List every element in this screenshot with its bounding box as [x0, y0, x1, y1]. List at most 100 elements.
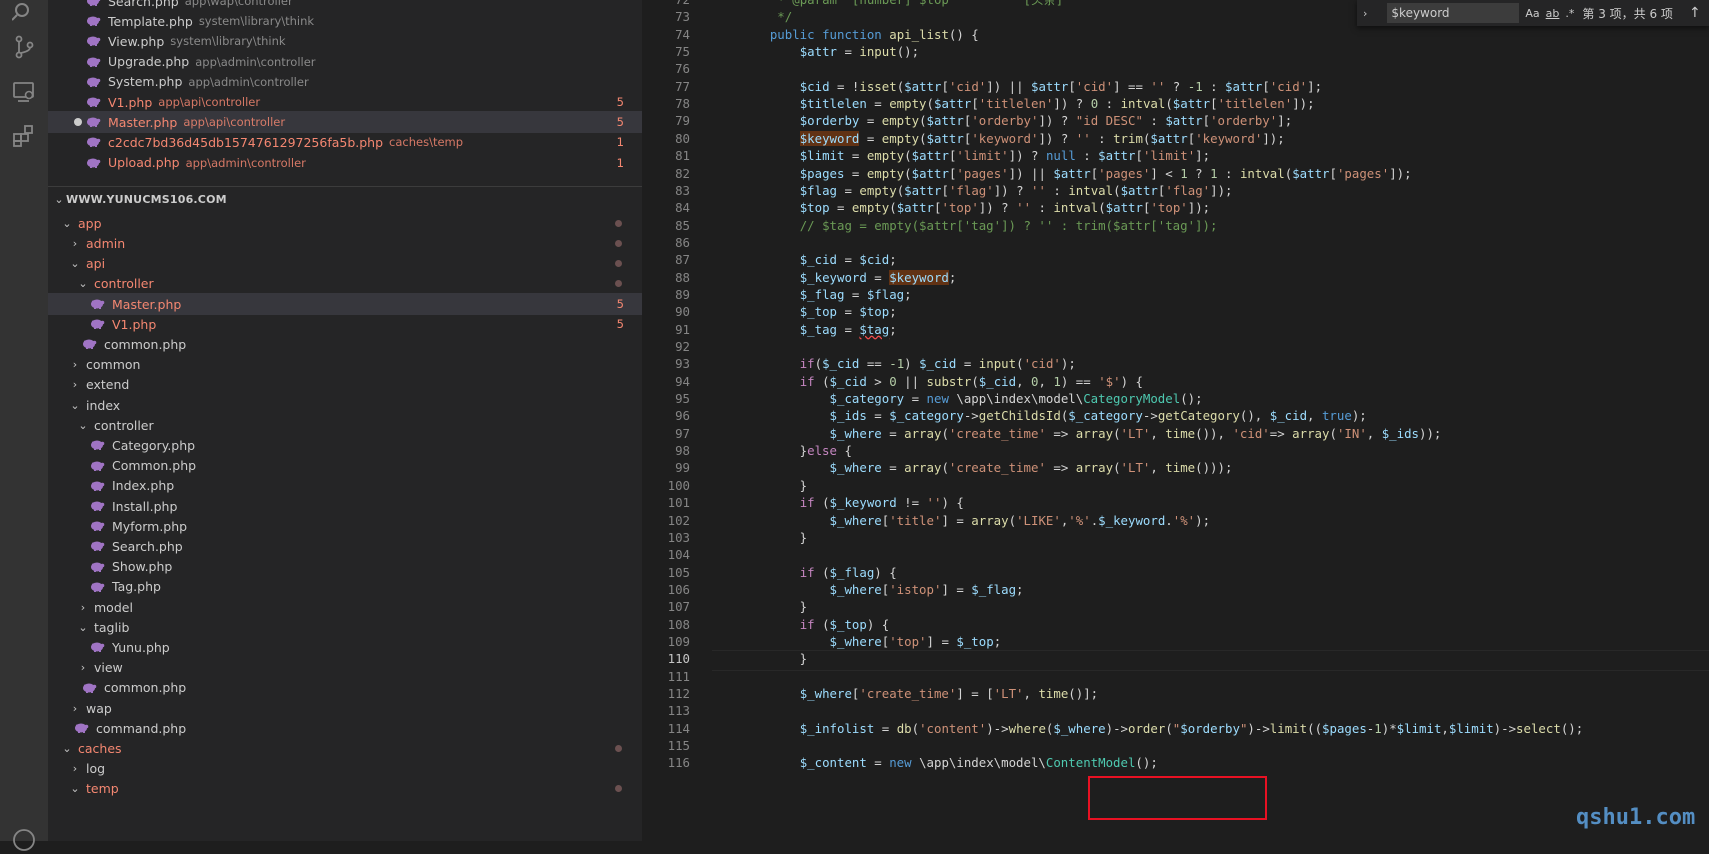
code-line[interactable]: 95 $_category = new \app\index\model\Cat… — [642, 390, 1709, 407]
code-line[interactable]: 93 if($_cid == -1) $_cid = input('cid'); — [642, 355, 1709, 372]
code-line[interactable]: 89 $_flag = $flag; — [642, 286, 1709, 303]
open-editor-item[interactable]: Upgrade.php app\admin\controller — [48, 51, 642, 73]
tree-file[interactable]: Yunu.php — [48, 636, 642, 658]
tree-folder[interactable]: › admin — [48, 232, 642, 254]
account-icon[interactable] — [10, 826, 38, 854]
extensions-icon[interactable] — [10, 122, 38, 150]
code-line[interactable]: 99 $_where = array('create_time' => arra… — [642, 459, 1709, 476]
code-line[interactable]: 90 $_top = $top; — [642, 303, 1709, 320]
code-token: input — [978, 356, 1017, 372]
code-line[interactable]: 77 $cid = !isset($attr['cid']) || $attr[… — [642, 78, 1709, 95]
open-editor-item[interactable]: Upload.php app\admin\controller 1 — [48, 152, 642, 174]
code-line[interactable]: 115 — [642, 737, 1709, 754]
code-token: 1 — [1180, 165, 1188, 181]
code-token: $pages — [1322, 720, 1367, 736]
tree-file[interactable]: common.php — [48, 677, 642, 699]
code-line[interactable]: 114 $_infolist = db('content')->where($_… — [642, 720, 1709, 737]
code-line[interactable]: 97 $_where = array('create_time' => arra… — [642, 425, 1709, 442]
code-line[interactable]: 101 if ($_keyword != '') { — [642, 494, 1709, 511]
code-line[interactable]: 76 — [642, 60, 1709, 77]
previous-match-icon[interactable]: ↑ — [1689, 5, 1701, 21]
tree-folder[interactable]: ⌄ taglib — [48, 616, 642, 638]
tree-file[interactable]: Master.php 5 — [48, 293, 642, 315]
find-input[interactable]: $keyword — [1387, 3, 1520, 23]
code-line[interactable]: 92 — [642, 338, 1709, 355]
code-line[interactable]: 74 public function api_list() { — [642, 26, 1709, 43]
code-line[interactable]: 86 — [642, 234, 1709, 251]
whole-word-toggle[interactable]: ab — [1546, 7, 1560, 20]
code-line[interactable]: 116 $_content = new \app\index\model\Con… — [642, 754, 1709, 771]
tree-folder[interactable]: ⌄ controller — [48, 414, 642, 436]
remote-explorer-icon[interactable] — [10, 78, 38, 106]
tree-folder[interactable]: › wap — [48, 697, 642, 719]
code-line[interactable]: 105 if ($_flag) { — [642, 564, 1709, 581]
open-editor-item[interactable]: V1.php app\api\controller 5 — [48, 91, 642, 113]
code-line[interactable]: 83 $flag = empty($attr['flag']) ? '' : i… — [642, 182, 1709, 199]
tree-file[interactable]: Common.php — [48, 455, 642, 477]
code-editor[interactable]: 72 * @param [number] $top [头条]73 */74 pu… — [642, 0, 1709, 841]
code-line[interactable]: 81 $limit = empty($attr['limit']) ? null… — [642, 147, 1709, 164]
code-line[interactable]: 103 } — [642, 529, 1709, 546]
code-line[interactable]: 98 }else { — [642, 442, 1709, 459]
code-line[interactable]: 108 if ($_top) { — [642, 616, 1709, 633]
code-line[interactable]: 78 $titlelen = empty($attr['titlelen']) … — [642, 95, 1709, 112]
open-editor-item[interactable]: View.php system\library\think — [48, 30, 642, 52]
workspace-header[interactable]: ⌄ WWW.YUNUCMS106.COM — [48, 188, 642, 210]
code-token: 'flag' — [948, 182, 994, 198]
tree-file[interactable]: Show.php — [48, 556, 642, 578]
code-line[interactable]: 96 $_ids = $_category->getChildsId($_cat… — [642, 407, 1709, 424]
tree-folder[interactable]: ⌄ api — [48, 253, 642, 275]
search-icon[interactable] — [10, 0, 38, 28]
line-content: $keyword = empty($attr['keyword']) ? '' … — [740, 130, 1285, 147]
code-line[interactable]: 104 — [642, 546, 1709, 563]
tree-folder[interactable]: › log — [48, 758, 642, 780]
tree-file[interactable]: Tag.php — [48, 576, 642, 598]
tree-folder[interactable]: ⌄ temp — [48, 778, 642, 800]
match-case-toggle[interactable]: Aa — [1525, 7, 1539, 20]
open-editor-item[interactable]: Template.php system\library\think — [48, 10, 642, 32]
code-line[interactable]: 94 if ($_cid > 0 || substr($_cid, 0, 1) … — [642, 373, 1709, 390]
open-editor-item[interactable]: System.php app\admin\controller — [48, 71, 642, 93]
open-editor-item[interactable]: c2cdc7bd36d45db1574761297256fa5b.php cach… — [48, 131, 642, 153]
open-editor-item[interactable]: Master.php app\api\controller 5 — [48, 111, 642, 134]
tree-file[interactable]: Index.php — [48, 475, 642, 497]
code-line[interactable]: 79 $orderby = empty($attr['orderby']) ? … — [642, 112, 1709, 129]
tree-folder[interactable]: ⌄ controller — [48, 273, 642, 295]
tree-folder[interactable]: ⌄ index — [48, 394, 642, 416]
code-line[interactable]: 109 $_where['top'] = $_top; — [642, 633, 1709, 650]
tree-file[interactable]: Myform.php — [48, 515, 642, 537]
code-line[interactable]: 91 $_tag = $tag; — [642, 321, 1709, 338]
code-line[interactable]: 84 $top = empty($attr['top']) ? '' : int… — [642, 199, 1709, 216]
code-line[interactable]: 112 $_where['create_time'] = ['LT', time… — [642, 685, 1709, 702]
tree-file[interactable]: Install.php — [48, 495, 642, 517]
tree-folder[interactable]: › extend — [48, 374, 642, 396]
line-number: 80 — [675, 130, 690, 146]
tree-file[interactable]: Search.php — [48, 535, 642, 557]
tree-folder[interactable]: › view — [48, 657, 642, 679]
code-line[interactable]: 82 $pages = empty($attr['pages']) || $at… — [642, 165, 1709, 182]
regex-toggle[interactable]: .* — [1565, 7, 1574, 20]
code-token: ]) ? — [993, 182, 1032, 198]
code-line[interactable]: 111 — [642, 668, 1709, 685]
code-line[interactable]: 80 $keyword = empty($attr['keyword']) ? … — [642, 130, 1709, 147]
tree-folder[interactable]: › common — [48, 354, 642, 376]
tree-file[interactable]: V1.php 5 — [48, 313, 642, 335]
tree-file[interactable]: common.php — [48, 333, 642, 355]
code-line[interactable]: 107 } — [642, 598, 1709, 615]
code-line[interactable]: 113 — [642, 702, 1709, 719]
chevron-right-icon[interactable]: › — [1363, 7, 1367, 20]
tree-file[interactable]: command.php — [48, 717, 642, 739]
tree-folder[interactable]: › model — [48, 596, 642, 618]
code-line[interactable]: 106 $_where['istop'] = $_flag; — [642, 581, 1709, 598]
tree-file[interactable]: Category.php — [48, 434, 642, 456]
code-line[interactable]: 88 $_keyword = $keyword; — [642, 269, 1709, 286]
code-line[interactable]: 110 } — [642, 650, 1709, 667]
source-control-icon[interactable] — [10, 33, 38, 61]
code-line[interactable]: 75 $attr = input(); — [642, 43, 1709, 60]
code-line[interactable]: 102 $_where['title'] = array('LIKE','%'.… — [642, 512, 1709, 529]
code-line[interactable]: 100 } — [642, 477, 1709, 494]
tree-folder[interactable]: ⌄ app — [48, 212, 642, 234]
code-line[interactable]: 87 $_cid = $cid; — [642, 251, 1709, 268]
code-line[interactable]: 85 // $tag = empty($attr['tag']) ? '' : … — [642, 217, 1709, 234]
tree-folder[interactable]: ⌄ caches — [48, 737, 642, 759]
